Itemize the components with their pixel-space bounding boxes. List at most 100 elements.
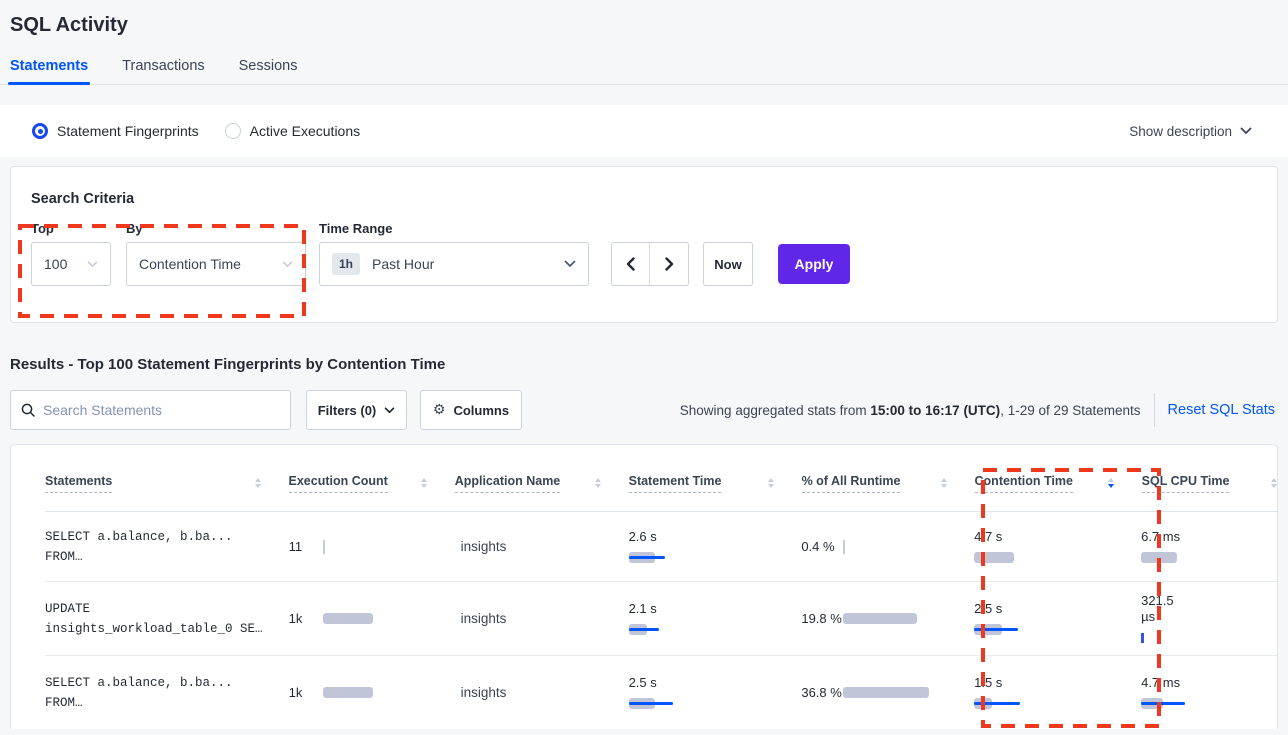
tab-transactions[interactable]: Transactions: [122, 58, 204, 84]
statement-fingerprint-link[interactable]: SELECT a.balance, b.ba... FROM…: [45, 527, 289, 567]
column-header-pct-all-runtime[interactable]: % of All Runtime: [802, 474, 975, 493]
radio-unselected-icon: [225, 123, 241, 139]
statement-time-bar: [629, 624, 749, 636]
sort-icon: [595, 478, 601, 488]
tab-sessions[interactable]: Sessions: [239, 58, 298, 84]
sql-cpu-time-cell: 6.7 ms: [1141, 529, 1277, 564]
execution-count-bar: [323, 613, 443, 625]
sort-icon: [768, 478, 774, 488]
sql-cpu-time-cell: 4.7 ms: [1141, 675, 1277, 710]
apply-button[interactable]: Apply: [778, 244, 850, 284]
top-label: Top: [31, 221, 111, 236]
time-next-button[interactable]: [650, 243, 688, 285]
filters-button[interactable]: Filters (0): [306, 390, 407, 430]
stats-time-range: 15:00 to 16:17 (UTC): [870, 403, 1000, 418]
view-radio-group: Statement Fingerprints Active Executions: [32, 123, 360, 139]
time-range-label: Time Range: [319, 221, 589, 236]
chevron-down-icon: [87, 261, 98, 268]
column-header-statement-time[interactable]: Statement Time: [629, 474, 802, 493]
contention-time-bar: [974, 552, 1094, 564]
time-nav-group: [611, 242, 689, 286]
execution-count-cell: 1k: [289, 685, 455, 701]
show-description-toggle[interactable]: Show description: [1129, 124, 1252, 139]
execution-count-bar: [323, 687, 443, 699]
divider: [1154, 393, 1155, 427]
search-statements-input[interactable]: [43, 402, 280, 418]
sort-icon: [421, 478, 427, 488]
sql-cpu-time-bar: [1141, 632, 1261, 644]
table-row: SELECT a.balance, b.ba... FROM… 11 insig…: [45, 512, 1277, 582]
pct-all-runtime-cell: 19.8 %: [801, 611, 974, 627]
by-label: By: [126, 221, 306, 236]
time-range-badge: 1h: [332, 253, 360, 275]
chevron-down-icon: [282, 261, 293, 268]
column-header-execution-count[interactable]: Execution Count: [289, 474, 455, 493]
by-select-value: Contention Time: [139, 256, 282, 272]
by-field: By Contention Time: [126, 221, 306, 286]
tab-bar: Statements Transactions Sessions: [0, 58, 1288, 85]
top-field: Top 100: [31, 221, 111, 286]
contention-time-cell: 1.5 s: [974, 675, 1141, 710]
top-select[interactable]: 100: [31, 242, 111, 286]
pct-all-runtime-bar: [843, 687, 963, 699]
application-name-cell: insights: [455, 685, 629, 700]
sql-cpu-time-cell: 321.5 µs: [1141, 593, 1277, 644]
column-header-contention-time[interactable]: Contention Time: [975, 474, 1142, 493]
contention-time-cell: 4.7 s: [974, 529, 1141, 564]
results-controls-row: Filters (0) ⚙ Columns Showing aggregated…: [10, 390, 1278, 430]
statement-time-cell: 2.5 s: [629, 675, 802, 710]
table-row: SELECT a.balance, b.ba... FROM… 1k insig…: [45, 656, 1277, 729]
execution-count-cell: 11: [289, 539, 455, 555]
table-body: SELECT a.balance, b.ba... FROM… 11 insig…: [45, 512, 1277, 729]
chevron-left-icon: [626, 257, 635, 271]
tab-statements[interactable]: Statements: [10, 58, 88, 84]
view-toggle-bar: Statement Fingerprints Active Executions…: [0, 105, 1288, 157]
pct-all-runtime-cell: 0.4 %: [801, 539, 974, 555]
execution-count-cell: 1k: [289, 611, 455, 627]
sort-icon: [941, 478, 947, 488]
statement-fingerprint-link[interactable]: SELECT a.balance, b.ba... FROM…: [45, 673, 289, 713]
application-name-cell: insights: [455, 611, 629, 626]
radio-statement-fingerprints[interactable]: Statement Fingerprints: [32, 123, 199, 139]
application-name-cell: insights: [455, 539, 629, 554]
search-statements-box: [10, 390, 291, 430]
show-description-label: Show description: [1129, 124, 1232, 139]
sort-icon: [1271, 478, 1277, 488]
table-row: UPDATE insights_workload_table_0 SE… 1k …: [45, 582, 1277, 656]
sql-cpu-time-bar: [1141, 552, 1261, 564]
by-select[interactable]: Contention Time: [126, 242, 306, 286]
sql-cpu-time-bar: [1141, 698, 1261, 710]
time-prev-button[interactable]: [612, 243, 650, 285]
search-criteria-card: Search Criteria Top 100 By Contention Ti…: [10, 166, 1278, 323]
column-header-statements[interactable]: Statements: [45, 474, 289, 493]
search-criteria-heading: Search Criteria: [31, 191, 1257, 207]
pct-all-runtime-bar: [843, 541, 963, 553]
statement-time-cell: 2.6 s: [629, 529, 802, 564]
chevron-down-icon: [1240, 127, 1252, 135]
statement-time-bar: [629, 552, 749, 564]
radio-active-executions[interactable]: Active Executions: [225, 123, 361, 139]
column-header-application-name[interactable]: Application Name: [455, 474, 629, 493]
time-range-select[interactable]: 1h Past Hour: [319, 242, 589, 286]
chevron-down-icon: [564, 260, 576, 268]
contention-time-bar: [974, 698, 1094, 710]
statement-time-bar: [629, 698, 749, 710]
contention-time-cell: 2.5 s: [974, 601, 1141, 636]
reset-sql-stats-link[interactable]: Reset SQL Stats: [1168, 402, 1278, 418]
sort-icon: [1108, 478, 1114, 488]
search-icon: [21, 403, 35, 417]
statement-time-cell: 2.1 s: [629, 601, 802, 636]
execution-count-bar: [323, 541, 443, 553]
page-header: SQL Activity: [0, 0, 1288, 37]
chevron-right-icon: [665, 257, 674, 271]
column-header-sql-cpu-time[interactable]: SQL CPU Time: [1142, 474, 1277, 493]
page-title: SQL Activity: [10, 14, 1288, 37]
contention-time-bar: [974, 624, 1094, 636]
statements-table: Statements Execution Count Application N…: [10, 444, 1278, 729]
statement-fingerprint-link[interactable]: UPDATE insights_workload_table_0 SE…: [45, 599, 289, 639]
top-select-value: 100: [44, 256, 87, 272]
columns-button[interactable]: ⚙ Columns: [420, 390, 522, 430]
time-range-value: Past Hour: [372, 256, 564, 272]
now-button[interactable]: Now: [703, 242, 753, 286]
radio-active-executions-label: Active Executions: [250, 123, 361, 139]
